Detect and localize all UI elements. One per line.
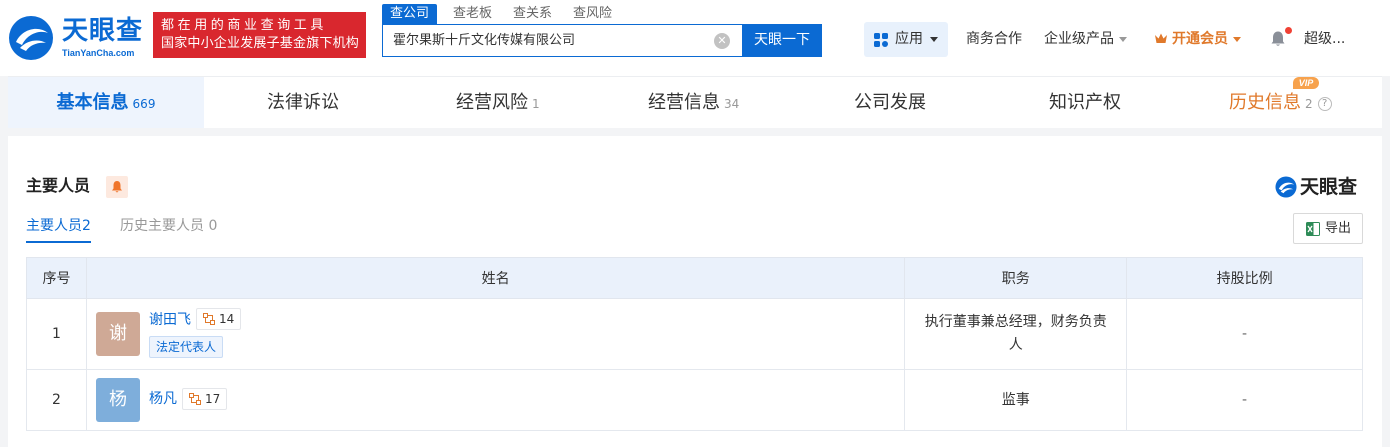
subtab-current-personnel[interactable]: 主要人员2 bbox=[26, 216, 91, 243]
table-row: 1 谢 谢田飞 14 法定代表人 执行董事兼总经理，财务负责 人 - bbox=[26, 298, 1363, 370]
table-row: 2 杨 杨凡 17 监事 - bbox=[26, 369, 1363, 431]
eye-logo-icon bbox=[1275, 176, 1297, 198]
clear-icon[interactable]: ✕ bbox=[714, 33, 730, 49]
share-cell: - bbox=[1126, 369, 1363, 431]
avatar[interactable]: 杨 bbox=[95, 378, 140, 422]
site-logo[interactable]: 天眼查 TianYanCha.com bbox=[8, 13, 148, 61]
search-tab-risk[interactable]: 查风险 bbox=[573, 4, 612, 24]
search-box: 霍尔果斯十斤文化传媒有限公司 ✕ 天眼一下 bbox=[382, 24, 822, 57]
company-tabs: 基本信息 669 法律诉讼 经营风险 1 经营信息 34 公司发展 知识产权 历史信息… bbox=[8, 76, 1382, 128]
slogan-line-1: 都在用的商业查询工具 bbox=[161, 18, 328, 33]
network-icon bbox=[188, 393, 201, 405]
share-cell: - bbox=[1126, 298, 1363, 370]
chevron-down-icon bbox=[1119, 36, 1127, 42]
tab-basic-info[interactable]: 基本信息 669 bbox=[8, 77, 204, 128]
tab-legal[interactable]: 法律诉讼 bbox=[267, 77, 339, 128]
nav-enterprise[interactable]: 企业级产品 bbox=[1044, 22, 1127, 57]
relations-count-button[interactable]: 17 bbox=[181, 388, 228, 410]
position-line-1: 执行董事兼总经理，财务负责 bbox=[924, 314, 1107, 330]
row-index: 1 bbox=[26, 298, 87, 370]
apps-menu-button[interactable]: 应用 bbox=[864, 22, 948, 57]
search-tab-relation[interactable]: 查关系 bbox=[513, 4, 552, 24]
position-cell: 执行董事兼总经理，财务负责 人 bbox=[904, 298, 1128, 370]
position-line-2: 人 bbox=[1008, 337, 1023, 353]
tab-count: 1 bbox=[532, 97, 540, 111]
nav-vip-label: 开通会员 bbox=[1172, 31, 1228, 47]
brand-watermark: 天眼查 bbox=[1275, 175, 1365, 199]
subtab-label: 主要人员 bbox=[26, 218, 82, 234]
tab-label: 历史信息 bbox=[1229, 92, 1301, 113]
tab-label: 经营风险 bbox=[456, 92, 528, 113]
header-name: 姓名 bbox=[85, 257, 906, 299]
subtab-count: 2 bbox=[82, 218, 91, 234]
apps-label: 应用 bbox=[895, 31, 923, 47]
tab-count: 34 bbox=[724, 97, 740, 111]
tab-ip[interactable]: 知识产权 bbox=[1049, 77, 1121, 128]
subtab-history-personnel[interactable]: 历史主要人员 0 bbox=[120, 216, 217, 236]
position-cell: 监事 bbox=[904, 369, 1128, 431]
relations-count: 14 bbox=[218, 312, 235, 326]
search-button[interactable]: 天眼一下 bbox=[742, 24, 822, 57]
tab-operation-risk[interactable]: 经营风险 1 bbox=[456, 77, 540, 128]
search-tab-company[interactable]: 查公司 bbox=[382, 4, 438, 24]
vip-badge: VIP bbox=[1293, 77, 1319, 89]
header-index: 序号 bbox=[26, 257, 87, 299]
excel-icon bbox=[1306, 222, 1320, 236]
top-header: 天眼查 TianYanCha.com 都在用的商业查询工具 国家中小企业发展子基… bbox=[0, 0, 1390, 76]
notification-dot bbox=[1285, 27, 1292, 34]
key-personnel-card: 主要人员 天眼查 主要人员2 历史主要人员 0 导出 序号 姓名 职务 持股比例… bbox=[8, 136, 1382, 447]
bell-icon bbox=[112, 181, 122, 193]
legal-rep-tag: 法定代表人 bbox=[148, 336, 223, 358]
tab-count: 2 bbox=[1305, 97, 1313, 111]
person-cell: 杨 杨凡 17 bbox=[85, 369, 906, 431]
network-icon bbox=[202, 313, 215, 325]
export-button[interactable]: 导出 bbox=[1293, 213, 1363, 244]
section-title: 主要人员 bbox=[26, 176, 91, 195]
nav-enterprise-label: 企业级产品 bbox=[1044, 31, 1114, 47]
table-header-row: 序号 姓名 职务 持股比例 bbox=[26, 257, 1363, 299]
chevron-down-icon bbox=[1233, 36, 1241, 42]
export-label: 导出 bbox=[1325, 221, 1352, 236]
header-position: 职务 bbox=[904, 257, 1128, 299]
person-name-link[interactable]: 谢田飞 bbox=[149, 310, 191, 330]
tab-label: 经营信息 bbox=[648, 92, 720, 113]
logo-domain: TianYanCha.com bbox=[62, 48, 135, 58]
person-cell: 谢 谢田飞 14 法定代表人 bbox=[85, 298, 906, 370]
search-tab-boss[interactable]: 查老板 bbox=[453, 4, 492, 24]
tab-count: 669 bbox=[132, 97, 156, 111]
relations-count: 17 bbox=[204, 392, 221, 406]
avatar[interactable]: 谢 bbox=[95, 312, 140, 356]
help-icon[interactable]: ? bbox=[1317, 97, 1332, 111]
user-menu[interactable]: 超级... bbox=[1304, 22, 1345, 57]
chevron-down-icon bbox=[930, 37, 938, 42]
relations-count-button[interactable]: 14 bbox=[195, 308, 242, 330]
tab-label: 知识产权 bbox=[1049, 92, 1121, 113]
tab-label: 公司发展 bbox=[854, 92, 926, 113]
header-share: 持股比例 bbox=[1126, 257, 1363, 299]
crown-icon bbox=[1155, 33, 1167, 43]
eye-logo-icon bbox=[9, 16, 53, 60]
subtab-count: 0 bbox=[208, 218, 218, 234]
tab-label: 基本信息 bbox=[56, 92, 129, 113]
tab-development[interactable]: 公司发展 bbox=[854, 77, 926, 128]
brand-mark-text: 天眼查 bbox=[1300, 176, 1358, 198]
grid-icon bbox=[874, 33, 888, 47]
subtab-label: 历史主要人员 bbox=[120, 218, 204, 234]
personnel-table: 序号 姓名 职务 持股比例 1 谢 谢田飞 14 法定代表人 执行董事兼总经理，… bbox=[26, 257, 1363, 431]
person-name-link[interactable]: 杨凡 bbox=[149, 389, 177, 409]
row-index: 2 bbox=[26, 369, 87, 431]
logo-text: 天眼查 bbox=[62, 16, 144, 46]
nav-vip[interactable]: 开通会员 bbox=[1154, 22, 1241, 57]
monitor-alert-button[interactable] bbox=[106, 176, 128, 198]
bell-icon[interactable] bbox=[1269, 30, 1287, 48]
search-input[interactable]: 霍尔果斯十斤文化传媒有限公司 bbox=[393, 25, 575, 56]
tab-operation-info[interactable]: 经营信息 34 bbox=[648, 77, 739, 128]
nav-business[interactable]: 商务合作 bbox=[966, 22, 1022, 57]
tab-label: 法律诉讼 bbox=[267, 92, 339, 113]
slogan-banner: 都在用的商业查询工具 国家中小企业发展子基金旗下机构 bbox=[153, 12, 366, 58]
slogan-line-2: 国家中小企业发展子基金旗下机构 bbox=[161, 36, 360, 51]
